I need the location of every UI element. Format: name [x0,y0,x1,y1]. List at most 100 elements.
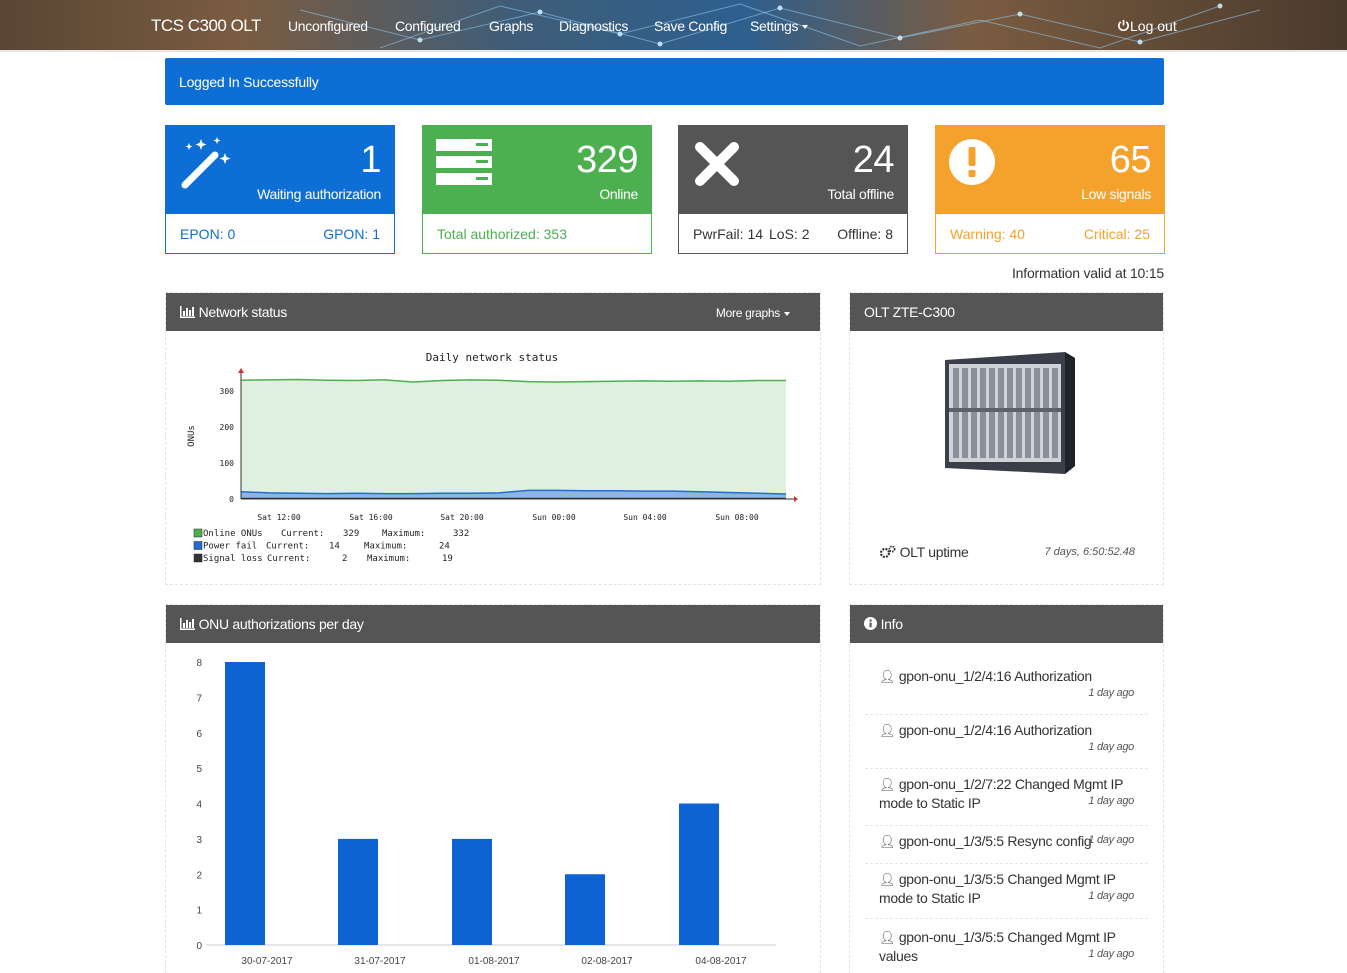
info-item-text: 👤︎ gpon-onu_1/3/5:5 Resync config [879,832,1099,851]
nav-graphs[interactable]: Graphs [489,18,533,34]
info-item[interactable]: 👤︎ gpon-onu_1/2/7:22 Changed Mgmt IP mod… [865,769,1148,826]
nav-save-config[interactable]: Save Config [654,18,727,34]
y-tick-label: 2 [196,870,202,881]
card-bottom: EPON: 0 GPON: 1 [165,214,395,254]
card-online[interactable]: 329 Online Total authorized: 353 [422,125,652,254]
card-label: Low signals [1081,186,1151,202]
user-icon: 👤︎ [879,723,896,738]
caret-down-icon [802,25,809,30]
bar-chart-icon [180,618,195,630]
magic-wand-icon [181,137,231,189]
legend-max-label: Maximum: [364,542,407,552]
y-tick-label: 200 [220,423,235,432]
info-text: gpon-onu_1/2/7:22 Changed Mgmt IP mode t… [879,776,1123,811]
info-item-time: 1 day ago [1088,834,1134,846]
more-graphs-label: More graphs [715,306,780,320]
card-total-offline[interactable]: 24 Total offline PwrFail: 14 LoS: 2 Offl… [678,125,908,254]
info-text: gpon-onu_1/3/5:5 Changed Mgmt IP values [879,929,1116,964]
info-text: gpon-onu_1/3/5:5 Changed Mgmt IP mode to… [879,871,1116,906]
info-item[interactable]: 👤︎ gpon-onu_1/2/4:16 Authorization 1 day… [865,715,1148,769]
x-tick-label: 04-08-2017 [695,956,747,967]
x-tick-label: Sat 16:00 [349,513,393,522]
epon-count: EPON: 0 [180,226,236,242]
pwrfail-count: PwrFail: 14 [693,226,764,242]
info-item-time: 1 day ago [1088,687,1134,699]
info-item-text: 👤︎ gpon-onu_1/2/7:22 Changed Mgmt IP mod… [879,775,1134,813]
legend-name: Power fail [203,542,257,552]
bar [452,838,492,945]
card-low-signals[interactable]: 65 Low signals Warning: 40 Critical: 25 [935,125,1165,254]
card-waiting-authorization[interactable]: 1 Waiting authorization EPON: 0 GPON: 1 [165,125,395,254]
bar [225,662,265,945]
total-authorized: Total authorized: 353 [437,226,567,242]
legend-name: Online ONUs [203,529,263,539]
info-item-text: 👤︎ gpon-onu_1/2/4:16 Authorization [879,667,1134,686]
info-circle-icon [864,617,877,630]
info-item-time: 1 day ago [1088,795,1134,807]
y-tick-label: 7 [196,693,202,704]
olt-uptime-label: OLT uptime [879,544,969,560]
network-status-panel: Network status More graphs Daily network… [165,292,821,585]
y-tick-label: 4 [196,800,202,811]
legend-current-label: Current: [266,542,309,552]
success-alert: Logged In Successfully [165,58,1164,105]
nav-configured[interactable]: Configured [395,18,461,34]
card-top: 329 Online [422,125,652,214]
x-tick-label: Sat 20:00 [440,513,484,522]
exclamation-circle-icon [949,139,995,185]
nav-unconfigured[interactable]: Unconfigured [288,18,368,34]
y-axis-arrow [238,368,244,373]
info-item[interactable]: 👤︎ gpon-onu_1/3/5:5 Resync config 1 day … [865,826,1148,864]
card-bottom: Total authorized: 353 [422,214,652,254]
server-icon [436,139,492,185]
legend-max-value: 24 [439,542,450,552]
gpon-count: GPON: 1 [323,226,380,242]
onu-authorizations-chart: 0 1 2 3 4 5 6 7 8 30-07-2017 31-07-2017 01-08-2017 0… [196,658,776,967]
legend-swatch [193,541,203,550]
bar [338,838,378,945]
legend-current-label: Current: [267,554,310,564]
uptime-label-text: OLT uptime [899,544,969,560]
onu-authorizations-panel: ONU authorizations per day 0 1 2 3 4 5 6 7 8 30-0… [165,604,821,973]
x-tick-label: Sun 04:00 [623,513,667,522]
legend-max-value: 332 [453,529,469,539]
panel-title: ONU authorizations per day [198,616,364,632]
online-area [241,379,786,499]
info-item-time: 1 day ago [1088,741,1134,753]
olt-panel: OLT ZTE-C300 OLT uptime 7 days, 6:50:52.… [849,292,1164,585]
critical-count: Critical: 25 [1083,226,1150,242]
y-tick-label: 1 [196,906,202,917]
legend-max-label: Maximum: [382,529,425,539]
legend-name: Signal loss [203,554,263,564]
card-value: 24 [852,139,895,181]
network-status-chart: Daily network status ONUs 0 100 200 300 Sat 12… [187,351,798,564]
olt-uptime-value: 7 days, 6:50:52.48 [1044,546,1135,558]
y-tick-label: 0 [229,495,234,504]
nav-diagnostics[interactable]: Diagnostics [559,18,628,34]
y-tick-label: 8 [196,658,202,669]
more-graphs-dropdown[interactable]: More graphs [716,306,790,320]
info-item[interactable]: 👤︎ gpon-onu_1/3/5:5 Changed Mgmt IP valu… [865,919,1148,973]
info-item-text: 👤︎ gpon-onu_1/2/4:16 Authorization [879,721,1134,740]
info-item[interactable]: 👤︎ gpon-onu_1/3/5:5 Changed Mgmt IP mode… [865,864,1148,919]
logout-link[interactable]: Log out [1117,18,1177,34]
card-bottom: PwrFail: 14 LoS: 2 Offline: 8 [678,214,908,254]
panel-title: OLT ZTE-C300 [864,304,955,320]
info-text: gpon-onu_1/2/4:16 Authorization [898,722,1092,738]
brand-title[interactable]: TCS C300 OLT [151,16,261,36]
info-text: gpon-onu_1/2/4:16 Authorization [898,668,1092,684]
info-item[interactable]: 👤︎ gpon-onu_1/2/4:16 Authorization 1 day… [865,661,1148,715]
x-tick-label: Sat 12:00 [257,513,301,522]
user-icon: 👤︎ [879,930,896,945]
x-icon [695,142,739,186]
user-icon: 👤︎ [879,834,896,849]
nav-settings[interactable]: Settings [750,18,809,34]
user-icon: 👤︎ [879,669,896,684]
y-tick-label: 5 [196,764,202,775]
bar [679,803,719,945]
info-item-text: 👤︎ gpon-onu_1/3/5:5 Changed Mgmt IP mode… [879,870,1134,908]
x-tick-label: Sun 08:00 [715,513,759,522]
card-value: 1 [360,139,381,181]
legend-max-label: Maximum: [367,554,410,564]
info-item-text: 👤︎ gpon-onu_1/3/5:5 Changed Mgmt IP valu… [879,928,1134,966]
